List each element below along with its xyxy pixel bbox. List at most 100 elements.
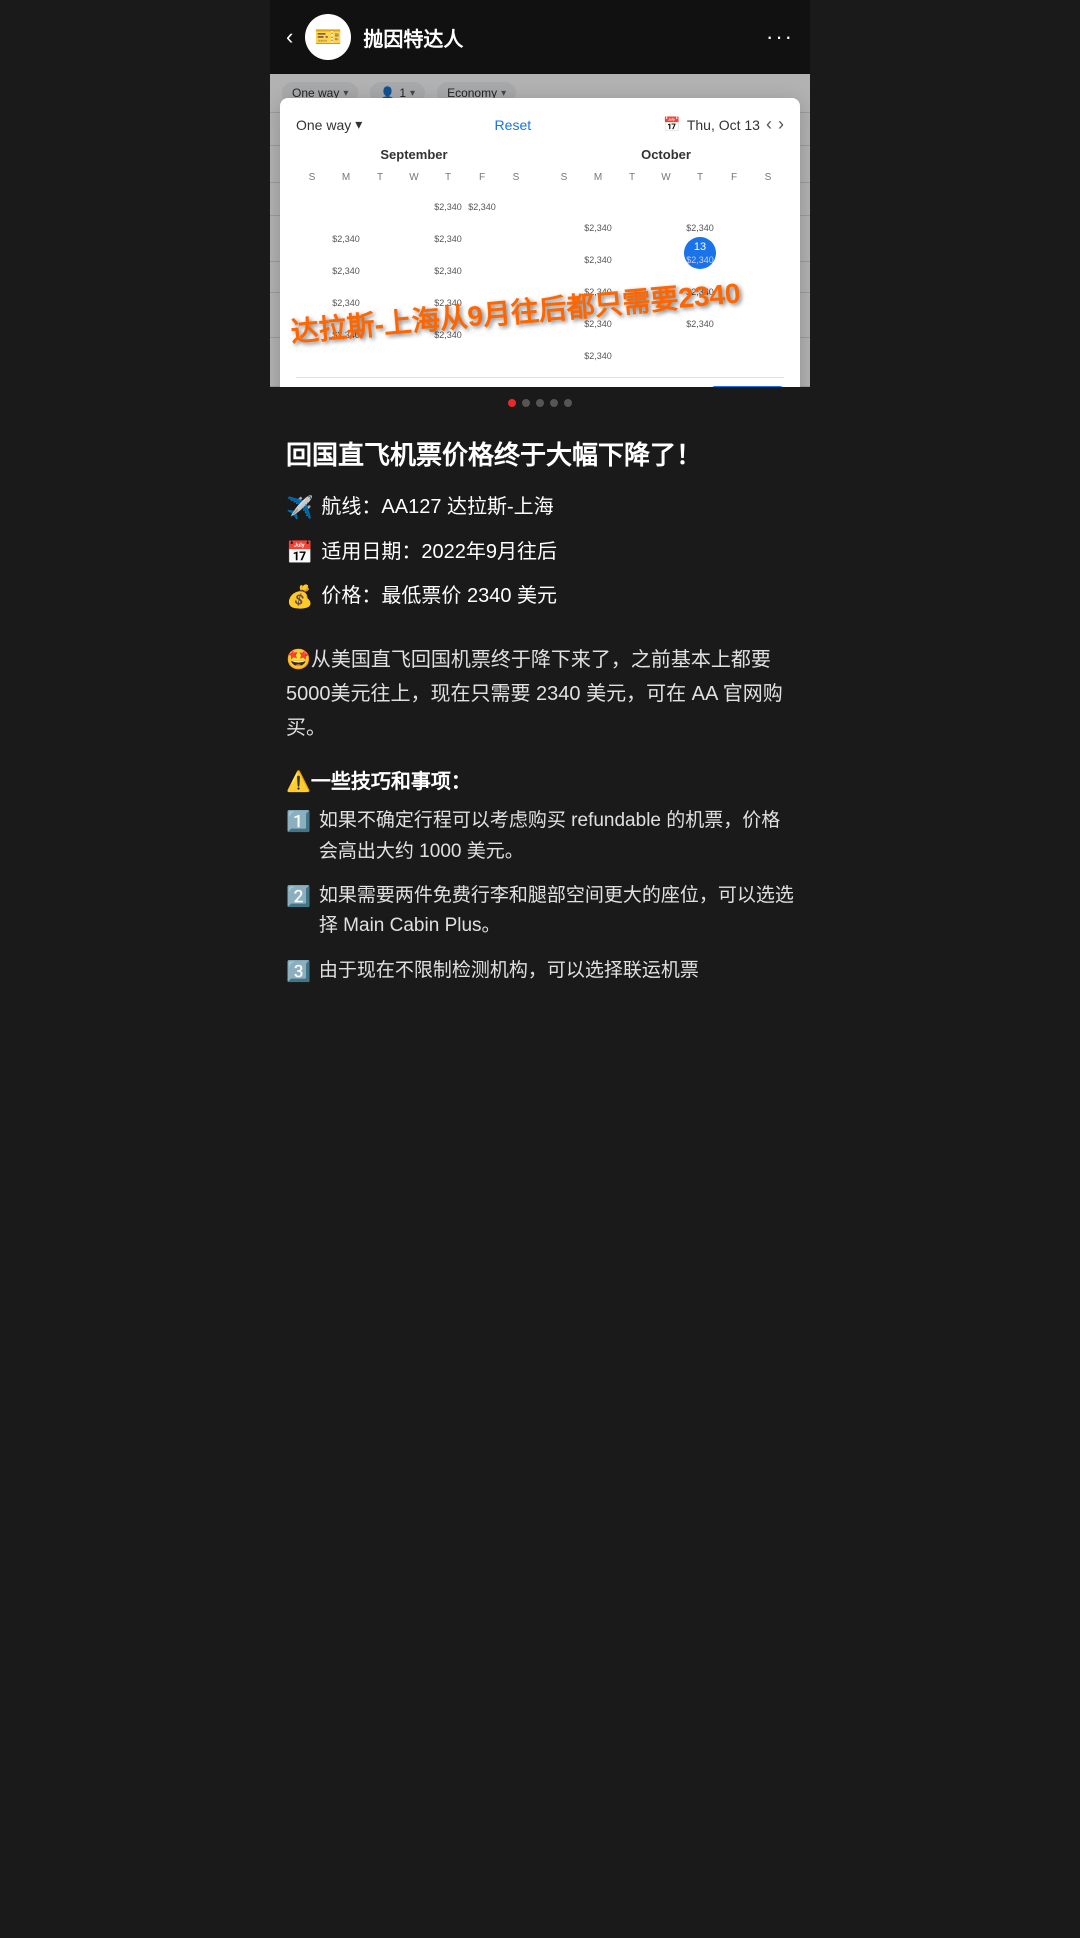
oct-week2: 2 3$2,340 4 5 6$2,340 7 8 [548,205,784,237]
dots-indicator [270,387,810,419]
oct-day-6[interactable]: 6$2,340 [684,205,716,237]
oct-day-30[interactable]: 30 [548,333,580,365]
oct-day-7[interactable]: 7 [718,205,750,237]
september-dow-row: S M T W T F S [296,170,532,185]
sep-day-1[interactable]: 1 [398,185,430,217]
oct-empty [650,333,682,365]
sep-day-8[interactable]: 8$2,340 [432,217,464,249]
sep-day-14[interactable]: 14 [398,249,430,281]
dow-s1: S [296,170,328,185]
tip-2-num: 2️⃣ [286,881,311,913]
tip-item-3: 3️⃣ 由于现在不限制检测机构，可以选择联运机票 [286,956,794,988]
date-line: 📅 适用日期：2022年9月往后 [286,538,794,569]
sep-week3: 11 12$2,340 13 14 15$2,340 16 17 [296,249,532,281]
date-emoji: 📅 [286,538,313,569]
price-summary-bar: from $2,340 one way price Done [296,377,784,387]
calendar-reset-button[interactable]: Reset [495,117,532,133]
sep-day-13[interactable]: 13 [364,249,396,281]
sep-day-4[interactable]: 4 [296,217,328,249]
calendar-oneway-label: One way [296,117,351,133]
dow-m1: M [330,170,362,185]
done-button[interactable]: Done [711,386,784,387]
route-emoji: ✈️ [286,493,313,524]
oct-empty [684,333,716,365]
back-button[interactable]: ‹ [286,24,293,50]
dot-2[interactable] [522,399,530,407]
tip-3-text: 由于现在不限制检测机构，可以选择联运机票 [319,956,699,986]
sep-empty [296,185,328,217]
oct-dow-s2: S [752,170,784,185]
sep-empty [500,185,532,217]
dot-1[interactable] [508,399,516,407]
oct-week1: 1 [548,185,784,205]
sep-day-5[interactable]: 5$2,340 [330,217,362,249]
price-emoji: 💰 [286,582,313,613]
channel-title: 抛因特达人 [363,23,754,52]
content-body: 🤩从美国直飞回国机票终于降下来了，之前基本上都要5000美元往上，现在只需要 2… [286,643,794,745]
sep-day-10[interactable]: 10 [500,217,532,249]
dot-5[interactable] [564,399,572,407]
october-title: October [548,147,784,162]
tip-item-2: 2️⃣ 如果需要两件免费行李和腿部空间更大的座位，可以选选择 Main Cabi… [286,881,794,942]
tip-2-text: 如果需要两件免费行李和腿部空间更大的座位，可以选选择 Main Cabin Pl… [319,881,794,942]
sep-day-3[interactable]: 3$2,340 [466,185,498,217]
oct-day-1[interactable]: 1 [752,185,784,205]
sep-day-15[interactable]: 15$2,340 [432,249,464,281]
calendar-next-button[interactable]: › [778,114,784,135]
more-button[interactable]: ··· [766,24,794,50]
calendar-oneway-arrow: ▾ [355,116,362,133]
oct-empty [684,185,716,205]
oct-day-12[interactable]: 12 [650,237,682,269]
sep-week2: 4 5$2,340 6 7 8$2,340 9 10 [296,217,532,249]
calendar-date-display[interactable]: 📅 Thu, Oct 13 ‹ › [663,114,784,135]
sep-day-19[interactable]: 19$2,340 [330,281,362,313]
oct-empty [548,185,580,205]
oct-week6: 30 31$2,340 [548,333,784,365]
tip-1-text: 如果不确定行程可以考虑购买 refundable 的机票，价格会高出大约 100… [319,806,794,867]
calendar-panel: One way ▾ Reset 📅 Thu, Oct 13 ‹ › Septem… [280,98,800,387]
sep-week1: 1 2$2,340 3$2,340 [296,185,532,217]
oct-day-5[interactable]: 5 [650,205,682,237]
oct-dow-f: F [718,170,750,185]
sep-day-16[interactable]: 16 [466,249,498,281]
dot-4[interactable] [550,399,558,407]
calendar-prev-button[interactable]: ‹ [766,114,772,135]
oct-day-2[interactable]: 2 [548,205,580,237]
oct-day-15[interactable]: 15 [752,237,784,269]
sep-day-9[interactable]: 9 [466,217,498,249]
dot-3[interactable] [536,399,544,407]
sep-day-6[interactable]: 6 [364,217,396,249]
oct-dow-row: S M T W T F S [548,170,784,185]
sep-day-7[interactable]: 7 [398,217,430,249]
oct-day-3[interactable]: 3$2,340 [582,205,614,237]
route-line: ✈️ 航线：AA127 达拉斯-上海 [286,493,794,524]
oct-dow-m: M [582,170,614,185]
sep-day-17[interactable]: 17 [500,249,532,281]
oct-empty [616,333,648,365]
oct-day-8[interactable]: 8 [752,205,784,237]
oct-day-9[interactable]: 9 [548,237,580,269]
sep-day-12[interactable]: 12$2,340 [330,249,362,281]
oct-day-11[interactable]: 11 [616,237,648,269]
price-line: 💰 价格：最低票价 2340 美元 [286,582,794,613]
sep-day-18[interactable]: 18 [296,281,328,313]
oct-empty [582,185,614,205]
calendar-icon: 📅 [663,116,680,133]
sep-day-11[interactable]: 11 [296,249,328,281]
oct-day-13-selected[interactable]: 13$2,340 [684,237,716,269]
oct-day-14[interactable]: 14 [718,237,750,269]
dow-t2: T [432,170,464,185]
oct-empty [616,185,648,205]
avatar-emoji: 🎫 [315,24,342,50]
sep-day-2[interactable]: 2$2,340 [432,185,464,217]
header: ‹ 🎫 抛因特达人 ··· [270,0,810,74]
oct-day-10[interactable]: 10$2,340 [582,237,614,269]
oct-day-4[interactable]: 4 [616,205,648,237]
calendar-oneway[interactable]: One way ▾ [296,116,362,133]
screenshot-area: One way ▾ 👤 1 ▾ Economy ▾ ● Dallas DFW ⚙… [270,74,810,387]
oct-empty [718,185,750,205]
oct-week3: 9 10$2,340 11 12 13$2,340 14 15 [548,237,784,269]
october-calendar: October S M T W T F S [548,147,784,365]
oct-day-31[interactable]: 31$2,340 [582,333,614,365]
oct-dow-t1: T [616,170,648,185]
